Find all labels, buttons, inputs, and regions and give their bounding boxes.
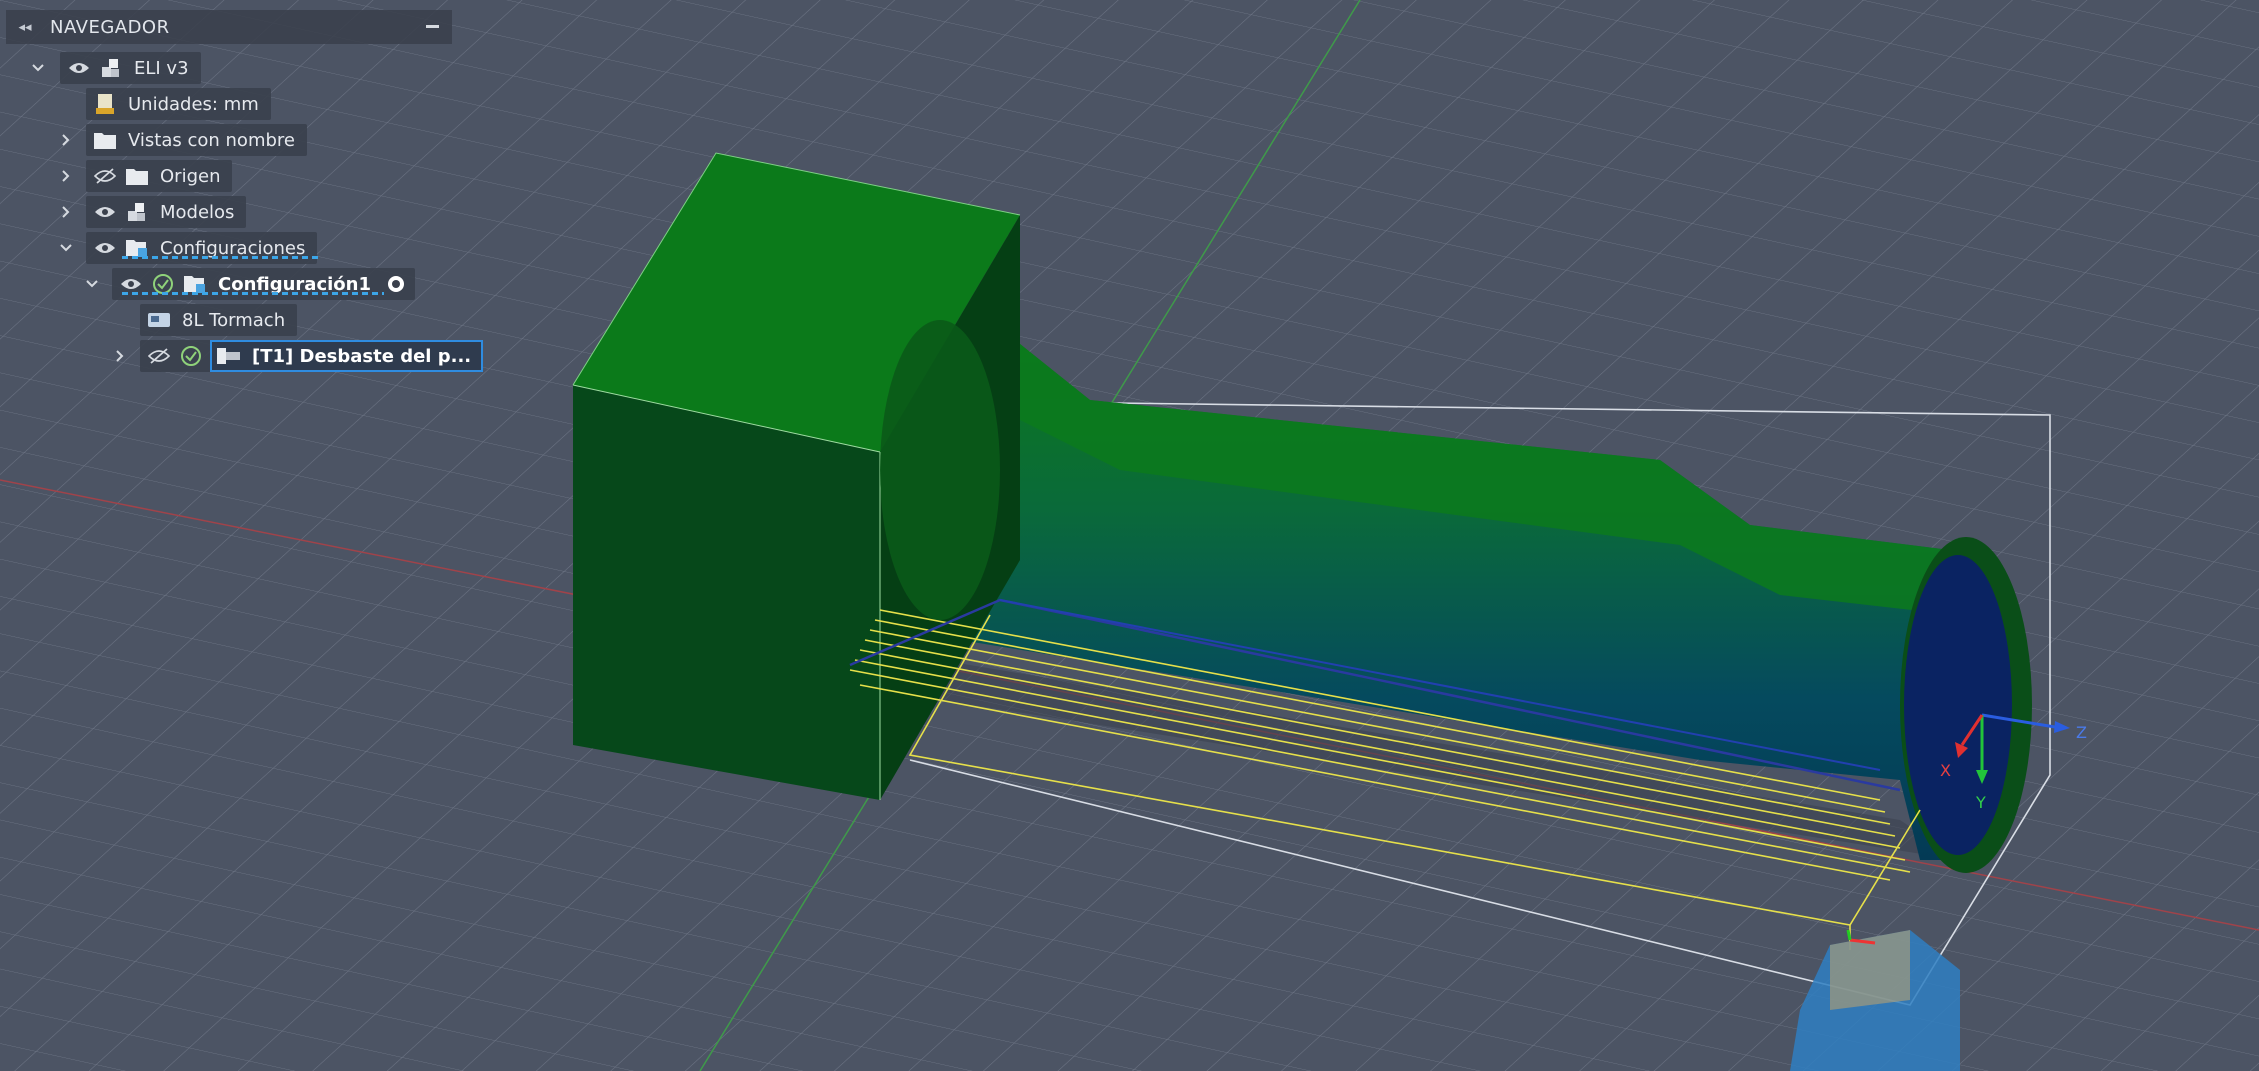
chevron-down-icon xyxy=(60,244,72,252)
chevron-down-icon xyxy=(86,280,98,288)
browser-header: ◂◂ NAVEGADOR xyxy=(6,10,452,44)
eye-hidden-icon[interactable] xyxy=(92,163,118,189)
tree-item-origin[interactable]: Origen xyxy=(86,160,233,192)
folder-icon xyxy=(124,163,150,189)
eye-icon[interactable] xyxy=(92,235,118,261)
setup1-underline xyxy=(122,292,384,295)
check-circle-icon xyxy=(178,343,204,369)
axis-y-label: Y xyxy=(1975,793,1986,812)
eye-icon[interactable] xyxy=(66,55,92,81)
turning-roughing-icon xyxy=(216,343,242,369)
tree-item-machine[interactable]: 8L Tormach xyxy=(140,304,298,336)
component-icon xyxy=(124,199,150,225)
tree-label-named-views: Vistas con nombre xyxy=(128,129,295,151)
browser-title: NAVEGADOR xyxy=(50,16,170,38)
chevron-down-icon xyxy=(32,64,44,72)
expand-root-chevron[interactable] xyxy=(28,52,48,84)
collapse-panel-icon[interactable]: ◂◂ xyxy=(12,20,38,35)
tree-label-root: ELI v3 xyxy=(134,57,189,79)
operation-selected-box[interactable]: [T1] Desbaste del p... xyxy=(210,340,484,372)
setups-underline xyxy=(122,256,318,259)
tree-label-operation: [T1] Desbaste del p... xyxy=(252,345,472,367)
chevron-right-icon xyxy=(62,134,70,146)
tree-item-units[interactable]: Unidades: mm xyxy=(86,88,271,120)
expand-setups-chevron[interactable] xyxy=(56,232,76,264)
chevron-right-icon xyxy=(116,350,124,362)
tree-item-setup1[interactable]: Configuración1 xyxy=(112,268,415,300)
chevron-right-icon xyxy=(62,170,70,182)
axis-z-label: Z xyxy=(2076,723,2087,742)
active-setup-radio-icon[interactable] xyxy=(383,271,409,297)
chuck-block-front xyxy=(573,385,880,800)
folder-icon xyxy=(92,127,118,153)
tree-label-models: Modelos xyxy=(160,201,235,223)
chevron-right-icon xyxy=(62,206,70,218)
tree-item-setups[interactable]: Configuraciones xyxy=(86,232,318,264)
tree-label-units: Unidades: mm xyxy=(128,93,259,115)
browser-panel: ◂◂ NAVEGADOR ELI v3 Unidades: mm Vistas … xyxy=(0,0,484,380)
tree-item-operation[interactable]: [T1] Desbaste del p... xyxy=(140,340,484,372)
minimize-button[interactable] xyxy=(424,18,440,34)
expand-named-views-chevron[interactable] xyxy=(56,124,76,156)
component-icon xyxy=(98,55,124,81)
tree-label-origin: Origen xyxy=(160,165,221,187)
expand-models-chevron[interactable] xyxy=(56,196,76,228)
expand-setup1-chevron[interactable] xyxy=(82,268,102,300)
expand-origin-chevron[interactable] xyxy=(56,160,76,192)
axis-x-label: X xyxy=(1940,761,1951,780)
tree-item-root[interactable]: ELI v3 xyxy=(60,52,201,84)
expand-operation-chevron[interactable] xyxy=(110,340,130,372)
eye-icon[interactable] xyxy=(92,199,118,225)
tree-item-named-views[interactable]: Vistas con nombre xyxy=(86,124,307,156)
tree-item-models[interactable]: Modelos xyxy=(86,196,247,228)
document-units-icon xyxy=(92,91,118,117)
eye-hidden-icon[interactable] xyxy=(146,343,172,369)
machine-icon xyxy=(146,307,172,333)
tree-label-machine: 8L Tormach xyxy=(182,309,286,331)
